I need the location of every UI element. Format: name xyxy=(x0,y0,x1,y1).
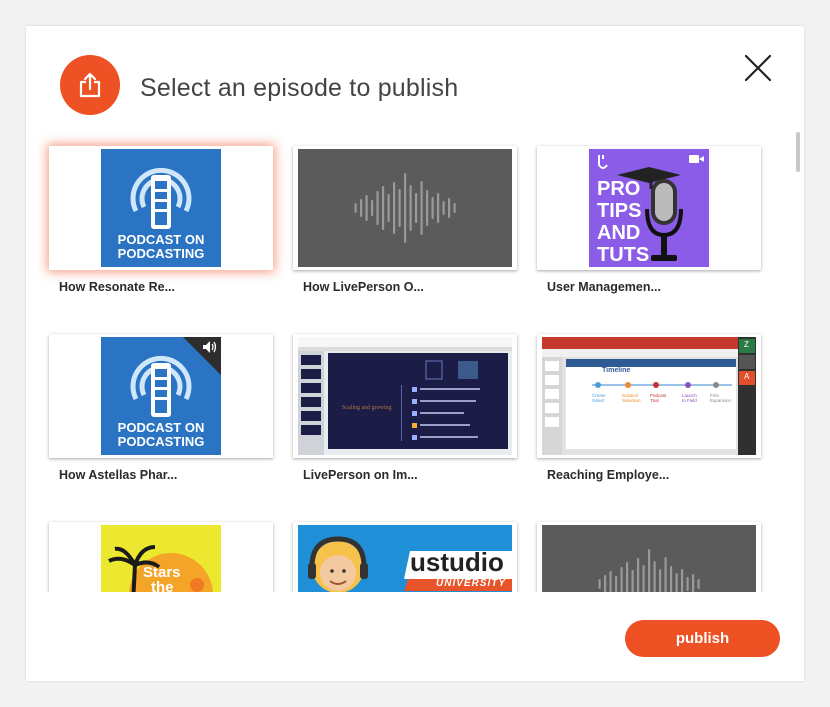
timeline-step: Solution Selection xyxy=(622,393,641,403)
episode-thumbnail xyxy=(537,522,761,592)
scrollbar-thumb[interactable] xyxy=(796,132,800,172)
episode-thumbnail: PRO TIPS AND TUTS xyxy=(537,146,761,270)
ustudio-university-art: ustudio UNIVERSITY xyxy=(298,525,512,592)
slide-heading: Scaling and growing xyxy=(342,405,392,411)
dialog-title: Select an episode to publish xyxy=(140,74,459,102)
art-text: PODCASTING xyxy=(117,434,205,449)
episode-title: How LivePerson O... xyxy=(303,280,424,294)
timeline-title: Timeline xyxy=(602,367,631,374)
publish-share-icon xyxy=(60,55,120,115)
presentation-slide-art: Scaling and growing xyxy=(298,337,512,455)
episode-title: Reaching Employe... xyxy=(547,468,670,482)
episode-thumbnail xyxy=(293,146,517,270)
close-icon[interactable] xyxy=(744,54,772,82)
episode-card[interactable]: PODCAST ON PODCASTING How Astellas Phar.… xyxy=(49,334,273,482)
episode-card[interactable]: PRO TIPS AND TUTS User Managemen... xyxy=(537,146,761,294)
episode-title: How Astellas Phar... xyxy=(59,468,178,482)
episode-thumbnail: Scaling and growing xyxy=(293,334,517,458)
publish-button[interactable]: publish xyxy=(625,620,780,657)
audio-waveform-icon xyxy=(542,525,756,592)
episode-title: User Managemen... xyxy=(547,280,661,294)
art-text: Stars xyxy=(143,564,181,581)
episode-card[interactable]: PODCAST ON PODCASTING How Resonate Re... xyxy=(49,146,273,294)
podcast-on-podcasting-art: PODCAST ON PODCASTING xyxy=(101,149,221,267)
episode-thumbnail: PODCAST ON PODCASTING xyxy=(49,146,273,270)
art-text: PODCAST ON xyxy=(117,420,205,435)
timeline-step: Launch to Field xyxy=(682,393,697,403)
stars-the-art: Stars the xyxy=(101,525,221,592)
timeline-step: First Expansion xyxy=(710,393,732,403)
timeline-step: Create Select xyxy=(592,393,606,403)
participant-tile: Z xyxy=(744,340,749,349)
episode-thumbnail: Timeline Create Select Solution Selectio… xyxy=(537,334,761,458)
participant-tile: A xyxy=(744,372,750,381)
episode-grid: PODCAST ON PODCASTING How Resonate Re...… xyxy=(26,132,804,592)
episode-card[interactable] xyxy=(537,522,761,592)
timeline-step: Podcast Trial xyxy=(650,393,667,403)
episode-thumbnail: Stars the xyxy=(49,522,273,592)
art-text: PODCASTING xyxy=(117,246,205,261)
episode-card[interactable]: How LivePerson O... xyxy=(293,146,517,294)
episode-card[interactable]: ustudio UNIVERSITY xyxy=(293,522,517,592)
episode-card[interactable]: Timeline Create Select Solution Selectio… xyxy=(537,334,761,482)
episode-card[interactable]: Scaling and growing LivePerson on Im... xyxy=(293,334,517,482)
audio-waveform-icon xyxy=(298,149,512,267)
episode-title: LivePerson on Im... xyxy=(303,468,418,482)
powerpoint-timeline-art: Timeline Create Select Solution Selectio… xyxy=(542,337,756,455)
art-text: the xyxy=(151,579,174,592)
episode-card[interactable]: Stars the xyxy=(49,522,273,592)
speaker-icon xyxy=(203,341,217,353)
pro-tips-and-tuts-art: PRO TIPS AND TUTS xyxy=(589,149,709,267)
episode-thumbnail: PODCAST ON PODCASTING xyxy=(49,334,273,458)
art-text: UNIVERSITY xyxy=(436,578,507,589)
episode-title: How Resonate Re... xyxy=(59,280,175,294)
publish-dialog: Select an episode to publish PODCAST ON … xyxy=(26,26,804,681)
podcast-on-podcasting-art: PODCAST ON PODCASTING xyxy=(101,337,221,455)
episode-thumbnail: ustudio UNIVERSITY xyxy=(293,522,517,592)
art-text: PODCAST ON xyxy=(117,232,205,247)
ustudio-logo-text: ustudio xyxy=(410,547,504,577)
